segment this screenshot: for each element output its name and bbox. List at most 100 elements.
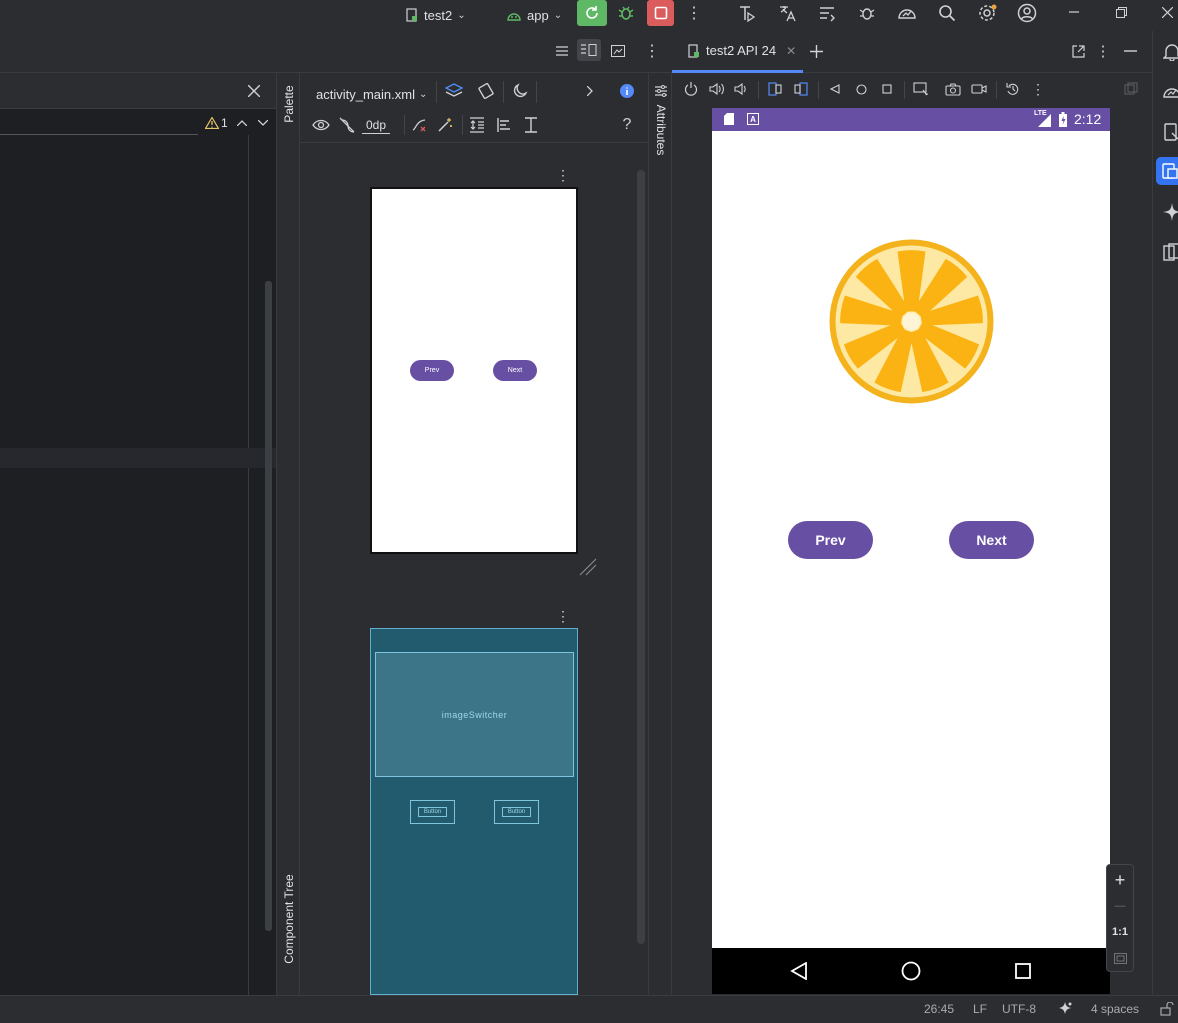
screen-record-icon[interactable] [970, 80, 988, 98]
extended-controls-icon[interactable] [1122, 80, 1140, 98]
clear-constraints-icon[interactable] [408, 115, 430, 135]
preview-prev-button[interactable]: Prev [410, 360, 454, 381]
screenshot-icon[interactable] [944, 80, 962, 98]
snapshot-icon[interactable] [1004, 80, 1022, 98]
previous-occurrence-icon[interactable] [234, 115, 250, 131]
indent-setting[interactable]: 4 spaces [1091, 1002, 1139, 1016]
blueprint-button-1[interactable]: Button [410, 800, 455, 824]
zoom-out-button[interactable]: — [1109, 895, 1131, 917]
open-external-icon[interactable] [1068, 41, 1088, 61]
nav-overview-icon[interactable] [1012, 960, 1034, 982]
pack-icon[interactable] [466, 115, 488, 135]
more-options-icon[interactable]: ⋮ [555, 165, 571, 185]
zoom-in-button[interactable]: + [1109, 869, 1131, 891]
design-surface-scrollbar[interactable] [637, 170, 645, 944]
restore-window-button[interactable] [1109, 1, 1133, 23]
ai-assistant-icon[interactable] [1056, 1000, 1074, 1018]
nav-back-icon[interactable] [788, 960, 810, 982]
guidelines-icon[interactable] [520, 115, 542, 135]
next-occurrence-icon[interactable] [255, 115, 271, 131]
debug-button[interactable] [612, 0, 640, 26]
stop-button[interactable] [647, 0, 674, 26]
minimize-window-button[interactable] [1062, 1, 1086, 23]
split-view-icon[interactable] [577, 39, 601, 61]
close-window-button[interactable] [1156, 1, 1178, 23]
attributes-label: Attributes [654, 104, 668, 156]
device-explorer-icon[interactable] [1161, 121, 1178, 143]
resize-handle-icon[interactable] [578, 557, 598, 577]
prev-button[interactable]: Prev [788, 521, 873, 559]
rerun-button[interactable] [577, 0, 607, 26]
night-mode-icon[interactable] [508, 80, 532, 102]
attach-debugger-button[interactable] [854, 1, 880, 25]
component-tree-tab[interactable]: Component Tree [280, 868, 298, 983]
account-button[interactable] [1014, 1, 1040, 25]
layout-inspector-icon[interactable] [1161, 241, 1178, 263]
project-selector[interactable]: test2 ⌄ [405, 4, 466, 26]
mirror-input-icon[interactable] [912, 80, 930, 98]
home-icon[interactable] [852, 80, 870, 98]
caret-position[interactable]: 26:45 [924, 1002, 954, 1016]
notifications-icon[interactable] [1161, 41, 1178, 63]
design-view-icon[interactable] [608, 41, 628, 61]
file-encoding[interactable]: UTF-8 [1002, 1002, 1036, 1016]
add-device-tab-button[interactable] [806, 41, 826, 61]
autoconnect-icon[interactable] [336, 115, 358, 135]
default-margin-selector[interactable]: 0dp [362, 116, 391, 134]
hide-panel-icon[interactable] [1120, 41, 1140, 61]
code-view-icon[interactable] [552, 41, 572, 61]
overview-icon[interactable] [878, 80, 896, 98]
translate-button[interactable] [774, 1, 800, 25]
view-options-icon[interactable] [310, 115, 332, 135]
blueprint-button-2[interactable]: Button [494, 800, 539, 824]
layout-file-selector[interactable]: activity_main.xml ⌄ [316, 83, 427, 105]
close-tab-icon[interactable]: ✕ [786, 44, 796, 58]
zoom-actual-size-button[interactable]: 1:1 [1109, 921, 1131, 943]
help-button[interactable]: ? [616, 115, 638, 135]
palette-tab[interactable]: Palette [280, 79, 298, 141]
apply-changes-button[interactable] [734, 1, 760, 25]
emulator-screen[interactable]: A LTE 2:12 Prev Next [712, 108, 1110, 994]
infer-constraints-icon[interactable] [434, 115, 456, 135]
orientation-icon[interactable] [474, 80, 498, 102]
chevron-right-icon[interactable] [582, 80, 598, 102]
gemini-sparkle-icon[interactable] [1161, 201, 1178, 223]
warning-indicator[interactable]: 1 [205, 116, 228, 130]
attributes-tab[interactable]: Attributes [652, 103, 670, 159]
search-button[interactable] [934, 1, 960, 25]
align-icon[interactable] [493, 115, 515, 135]
info-icon[interactable] [617, 81, 637, 101]
more-options-icon[interactable]: ⋮ [1030, 80, 1046, 98]
design-preview[interactable]: Prev Next [370, 187, 578, 554]
preview-prev-label: Prev [424, 367, 440, 374]
layers-icon[interactable] [442, 80, 466, 102]
lock-icon[interactable] [1158, 1000, 1176, 1018]
device-manager-button[interactable] [894, 1, 920, 25]
device-manager-icon[interactable] [1161, 81, 1178, 103]
zoom-fit-button[interactable] [1109, 947, 1131, 969]
run-config-selector[interactable]: app ⌄ [506, 4, 562, 26]
search-input[interactable] [0, 111, 198, 135]
volume-up-icon[interactable] [708, 80, 726, 98]
rotate-left-icon[interactable] [766, 80, 784, 98]
preview-next-button[interactable]: Next [493, 360, 537, 381]
next-button[interactable]: Next [949, 521, 1034, 559]
back-icon[interactable] [826, 80, 844, 98]
more-options-icon[interactable]: ⋮ [1095, 41, 1111, 61]
more-options-icon[interactable]: ⋮ [642, 41, 662, 61]
blueprint-image-switcher[interactable]: imageSwitcher [375, 652, 574, 777]
close-icon[interactable] [244, 81, 264, 101]
blueprint-preview[interactable]: imageSwitcher Button Button [370, 628, 578, 995]
power-icon[interactable] [682, 80, 700, 98]
more-options-icon[interactable]: ⋮ [555, 606, 571, 626]
more-actions-button[interactable]: ⋮ [684, 2, 704, 24]
volume-down-icon[interactable] [732, 80, 750, 98]
rotate-right-icon[interactable] [792, 80, 810, 98]
running-devices-icon[interactable] [1156, 157, 1178, 185]
settings-button[interactable] [974, 1, 1000, 25]
nav-home-icon[interactable] [900, 960, 922, 982]
logcat-button[interactable] [814, 1, 840, 25]
device-tab[interactable]: test2 API 24 ✕ [672, 31, 803, 73]
editor-scrollbar[interactable] [265, 281, 272, 931]
line-separator[interactable]: LF [973, 1002, 987, 1016]
